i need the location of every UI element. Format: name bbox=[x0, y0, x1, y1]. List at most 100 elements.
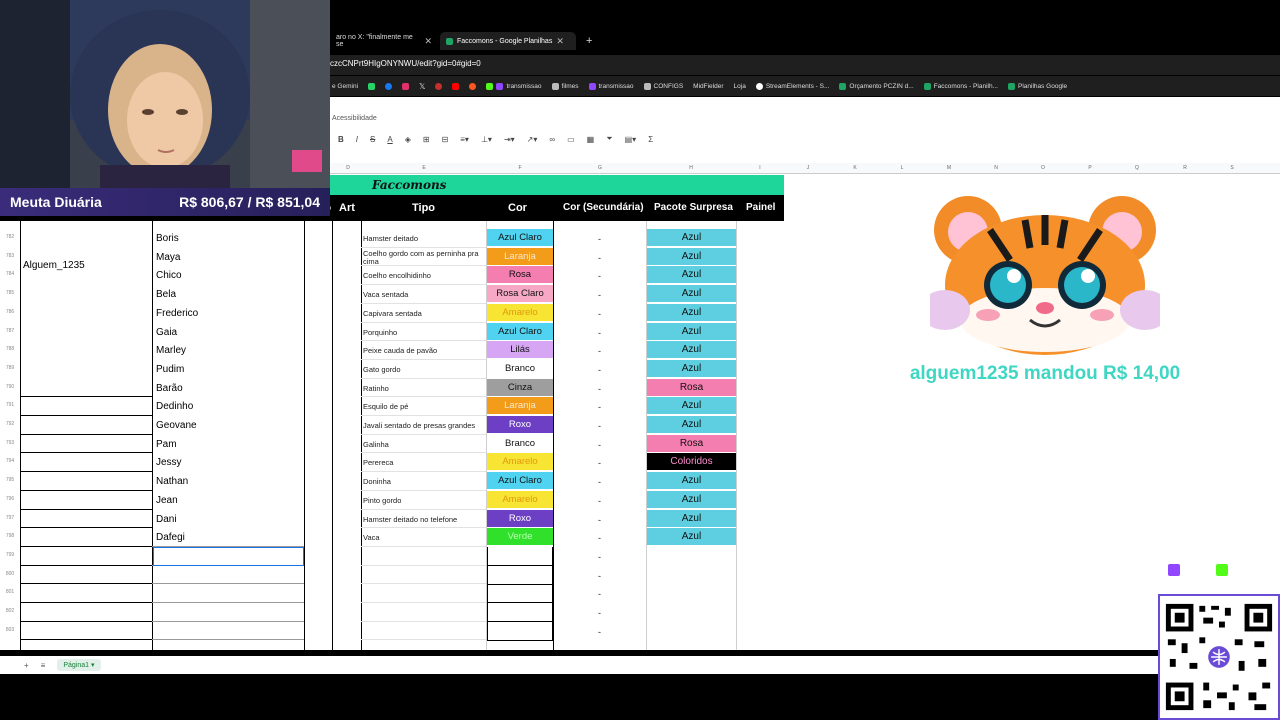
cell-pacote[interactable]: Azul bbox=[647, 248, 736, 266]
row-number[interactable]: 791 bbox=[0, 402, 20, 408]
owner-cell[interactable]: Alguem_1235 bbox=[23, 260, 85, 271]
cell-name[interactable]: Jessy bbox=[156, 457, 182, 468]
cell-tipo[interactable]: Doninha bbox=[363, 478, 487, 486]
cell-tipo[interactable]: Coelho gordo com as perninha pra cima bbox=[363, 250, 487, 266]
bookmark-transmissao-2[interactable]: transmissao bbox=[588, 82, 634, 90]
valign-icon[interactable]: ⊥▾ bbox=[481, 135, 492, 144]
bold-icon[interactable]: B bbox=[338, 135, 344, 144]
row-number[interactable]: 801 bbox=[0, 589, 20, 595]
cell-name[interactable]: Frederico bbox=[156, 308, 198, 319]
row-number[interactable]: 792 bbox=[0, 421, 20, 427]
cell-name[interactable]: Nathan bbox=[156, 476, 188, 487]
cell-cor-secundaria[interactable]: - bbox=[553, 309, 646, 319]
orange-icon[interactable] bbox=[469, 82, 477, 90]
new-tab-button[interactable]: + bbox=[580, 32, 598, 50]
row-number[interactable]: 786 bbox=[0, 309, 20, 315]
cell-cor[interactable]: Cinza bbox=[487, 379, 553, 397]
col-header[interactable]: S bbox=[1222, 165, 1242, 171]
row-number[interactable]: 798 bbox=[0, 533, 20, 539]
cell-tipo[interactable]: Javali sentado de presas grandes bbox=[363, 422, 487, 430]
bookmark-loja[interactable]: Loja bbox=[734, 83, 746, 90]
x-icon[interactable]: 𝕏 bbox=[419, 82, 425, 91]
filter-icon[interactable]: ⏷ bbox=[606, 134, 612, 144]
wrap-icon[interactable]: ⇥▾ bbox=[504, 135, 515, 144]
sheet-tab-pagina1[interactable]: Página1 ▾ bbox=[57, 659, 101, 671]
cell-cor-secundaria[interactable]: - bbox=[553, 421, 646, 431]
cell-name[interactable]: Bela bbox=[156, 289, 176, 300]
cell-pacote[interactable]: Rosa bbox=[647, 379, 736, 397]
row-number[interactable]: 794 bbox=[0, 458, 20, 464]
cell-cor[interactable]: Rosa bbox=[487, 266, 553, 284]
empty-cor-cell[interactable] bbox=[487, 622, 553, 641]
bookmark-planilhas[interactable]: Planilhas Google bbox=[1008, 82, 1067, 90]
comment-icon[interactable]: ▭ bbox=[567, 135, 575, 144]
selected-cell[interactable] bbox=[153, 547, 304, 566]
filter-views-icon[interactable]: ▤▾ bbox=[625, 135, 637, 144]
cell-pacote[interactable]: Azul bbox=[647, 510, 736, 528]
close-icon[interactable]: ✕ bbox=[424, 36, 432, 47]
cell-name[interactable]: Jean bbox=[156, 495, 178, 506]
col-header[interactable]: J bbox=[798, 165, 818, 171]
cell-tipo[interactable]: Peixe cauda de pavão bbox=[363, 347, 487, 355]
menu-accessibility[interactable]: Acessibilidade bbox=[332, 115, 377, 122]
col-header[interactable]: Q bbox=[1127, 165, 1147, 171]
row-number[interactable]: 790 bbox=[0, 384, 20, 390]
cell-pacote[interactable]: Azul bbox=[647, 323, 736, 341]
empty-cor-cell[interactable] bbox=[487, 547, 553, 566]
cell-pacote[interactable]: Azul bbox=[647, 472, 736, 490]
cell-pacote[interactable]: Azul bbox=[647, 360, 736, 378]
cell-cor[interactable]: Laranja bbox=[487, 248, 553, 266]
cell-pacote[interactable]: Azul bbox=[647, 285, 736, 303]
empty-cor-cell[interactable] bbox=[487, 584, 553, 603]
cell-cor-secundaria[interactable]: - bbox=[553, 533, 646, 543]
cell-cor-secundaria[interactable]: - bbox=[553, 253, 646, 263]
address-bar[interactable]: czcCNPrt9HIgONYNWU/edit?gid=0#gid=0 bbox=[330, 55, 1280, 75]
row-number[interactable]: 788 bbox=[0, 346, 20, 352]
bookmark-configs[interactable]: CONFIGS bbox=[643, 82, 683, 90]
cell-name[interactable]: Barão bbox=[156, 383, 183, 394]
cell-tipo[interactable]: Porquinho bbox=[363, 329, 487, 337]
cell-cor-secundaria[interactable]: - bbox=[553, 234, 646, 244]
bookmark-orcamento[interactable]: Orçamento PCZIN d... bbox=[839, 82, 914, 90]
cell-cor-secundaria[interactable]: - bbox=[553, 440, 646, 450]
cell-cor[interactable]: Rosa Claro bbox=[487, 285, 553, 303]
empty-cor-cell[interactable] bbox=[487, 566, 553, 585]
col-header[interactable]: G bbox=[590, 165, 610, 171]
close-icon[interactable]: ✕ bbox=[556, 36, 564, 47]
cell-cor[interactable]: Laranja bbox=[487, 397, 553, 415]
merge-icon[interactable]: ⊟ bbox=[442, 135, 449, 144]
cell-name[interactable]: Dafegi bbox=[156, 532, 185, 543]
row-number[interactable]: 785 bbox=[0, 290, 20, 296]
pinterest-icon[interactable] bbox=[435, 82, 443, 90]
cell-cor-secundaria[interactable]: - bbox=[553, 402, 646, 412]
text-color-icon[interactable]: A bbox=[387, 135, 392, 144]
cell-name[interactable]: Maya bbox=[156, 252, 180, 263]
cell-pacote[interactable]: Azul bbox=[647, 266, 736, 284]
cell-cor[interactable]: Azul Claro bbox=[487, 323, 553, 341]
col-header[interactable]: P bbox=[1080, 165, 1100, 171]
cell-cor-secundaria[interactable]: - bbox=[553, 458, 646, 468]
browser-tab-sheets[interactable]: Faccomons - Google Planilhas ✕ bbox=[440, 32, 576, 50]
col-header[interactable]: E bbox=[414, 165, 434, 171]
cell-cor[interactable]: Azul Claro bbox=[487, 472, 553, 490]
row-number[interactable]: 802 bbox=[0, 608, 20, 614]
cell-name[interactable]: Pudim bbox=[156, 364, 184, 375]
cell-cor-secundaria[interactable]: - bbox=[553, 589, 646, 599]
bookmark-filmes[interactable]: filmes bbox=[551, 82, 579, 90]
cell-name[interactable]: Geovane bbox=[156, 420, 197, 431]
cell-name[interactable]: Gaia bbox=[156, 327, 177, 338]
col-header[interactable]: F bbox=[510, 165, 530, 171]
col-header[interactable]: O bbox=[1033, 165, 1053, 171]
cell-cor[interactable]: Roxo bbox=[487, 416, 553, 434]
cell-name[interactable]: Dedinho bbox=[156, 401, 193, 412]
cell-pacote[interactable]: Rosa bbox=[647, 435, 736, 453]
whatsapp-icon[interactable] bbox=[368, 82, 376, 90]
align-icon[interactable]: ≡▾ bbox=[460, 135, 469, 144]
empty-cor-cell[interactable] bbox=[487, 603, 553, 622]
cell-cor[interactable]: Amarelo bbox=[487, 453, 553, 471]
cell-pacote[interactable]: Azul bbox=[647, 229, 736, 247]
cell-pacote[interactable]: Azul bbox=[647, 341, 736, 359]
borders-icon[interactable]: ⊞ bbox=[423, 135, 430, 144]
bookmark-midfielder[interactable]: MidFielder bbox=[693, 83, 723, 90]
cell-cor[interactable]: Branco bbox=[487, 360, 553, 378]
